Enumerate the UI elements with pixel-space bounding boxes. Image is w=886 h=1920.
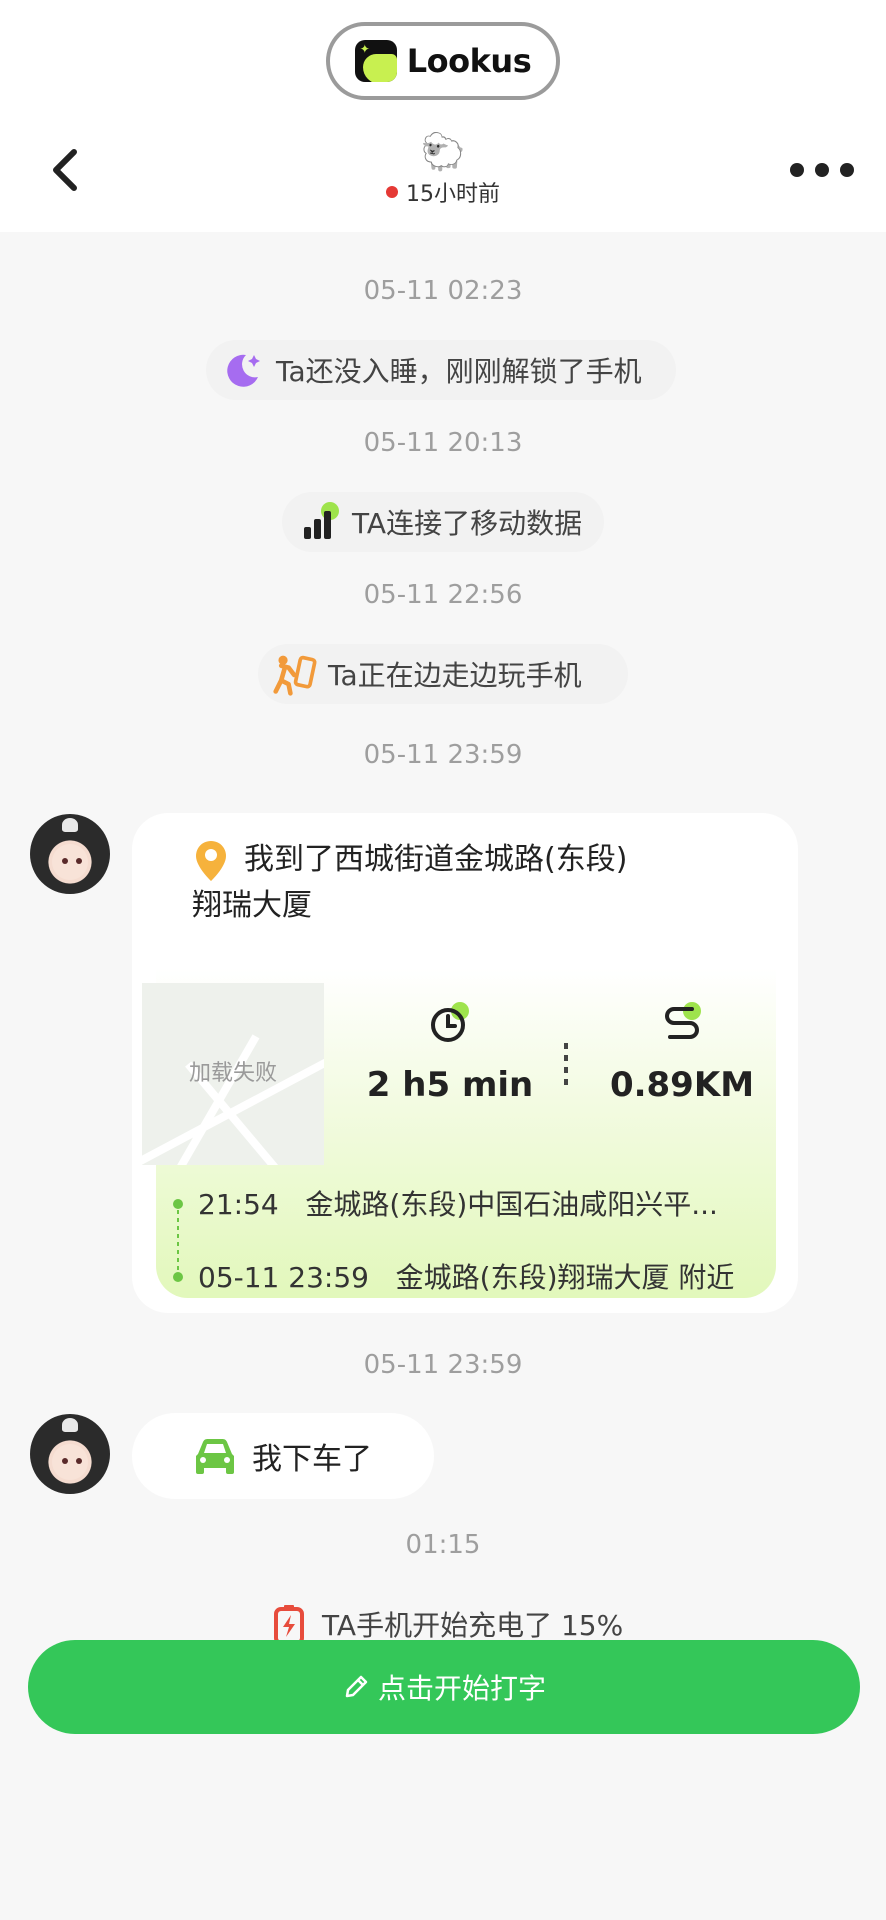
route-start: 21:54 金城路(东段)中国石油咸阳兴平...	[198, 1188, 718, 1221]
event-walking: Ta正在边走边玩手机	[258, 644, 628, 704]
car-icon	[196, 1439, 234, 1474]
contact-header[interactable]: 🐑 15小时前	[343, 132, 543, 208]
timestamp: 05-11 23:59	[363, 740, 523, 770]
signal-bars-icon	[296, 499, 342, 545]
app-name: Lookus	[406, 42, 532, 80]
timestamp: 05-11 23:59	[363, 1350, 523, 1380]
timestamp: 01:15	[405, 1530, 481, 1560]
duration-stat: 2 h5 min	[350, 1001, 550, 1105]
route-end-dot	[173, 1272, 183, 1282]
map-load-failed-text: 加载失败	[188, 1061, 277, 1086]
more-options-button[interactable]	[790, 152, 854, 188]
timestamp: 05-11 22:56	[363, 580, 523, 610]
car-message-text: 我下车了	[252, 1442, 372, 1477]
avatar[interactable]	[30, 1414, 110, 1494]
start-typing-button[interactable]: 点击开始打字	[28, 1640, 860, 1734]
route-connector	[177, 1210, 179, 1272]
timestamp: 05-11 02:23	[363, 276, 523, 306]
event-text: Ta正在边走边玩手机	[328, 659, 582, 692]
walking-phone-icon	[272, 651, 318, 697]
status-dot	[386, 186, 398, 198]
distance-stat: 0.89KM	[592, 1001, 772, 1105]
event-mobile-data: TA连接了移动数据	[282, 492, 604, 552]
event-unlock: Ta还没入睡，刚刚解锁了手机	[206, 340, 676, 400]
last-seen-status: 15小时前	[343, 176, 543, 208]
avatar[interactable]	[30, 814, 110, 894]
timestamp: 05-11 20:13	[363, 428, 523, 458]
duration-value: 2 h5 min	[366, 1065, 534, 1105]
back-button[interactable]	[40, 142, 88, 198]
pencil-icon	[345, 1675, 368, 1698]
chevron-left-icon	[53, 149, 77, 191]
clock-icon	[431, 1002, 469, 1042]
location-title: 我到了西城街道金城路(东段)翔瑞大厦	[192, 842, 628, 923]
app-logo: ✦ Lookus	[326, 22, 560, 100]
event-text: Ta还没入睡，刚刚解锁了手机	[276, 355, 642, 388]
route-icon	[665, 1002, 701, 1039]
car-message-bubble[interactable]: 我下车了	[132, 1413, 434, 1499]
event-text: TA连接了移动数据	[352, 507, 583, 540]
contact-emoji: 🐑	[420, 132, 466, 173]
location-card[interactable]: 我到了西城街道金城路(东段)翔瑞大厦 加载失败 2 h5 min 0.89KM …	[132, 813, 798, 1313]
moon-icon	[220, 347, 266, 393]
start-typing-label: 点击开始打字	[377, 1672, 546, 1705]
route-end: 05-11 23:59 金城路(东段)翔瑞大厦 附近	[198, 1261, 735, 1294]
route-start-dot	[173, 1199, 183, 1209]
lookus-logo-icon: ✦	[354, 40, 397, 82]
stat-divider	[564, 1043, 568, 1089]
distance-value: 0.89KM	[609, 1065, 755, 1105]
event-text: TA手机开始充电了 15%	[322, 1609, 624, 1642]
last-seen-text: 15小时前	[406, 182, 500, 207]
map-thumbnail[interactable]: 加载失败	[142, 983, 324, 1165]
